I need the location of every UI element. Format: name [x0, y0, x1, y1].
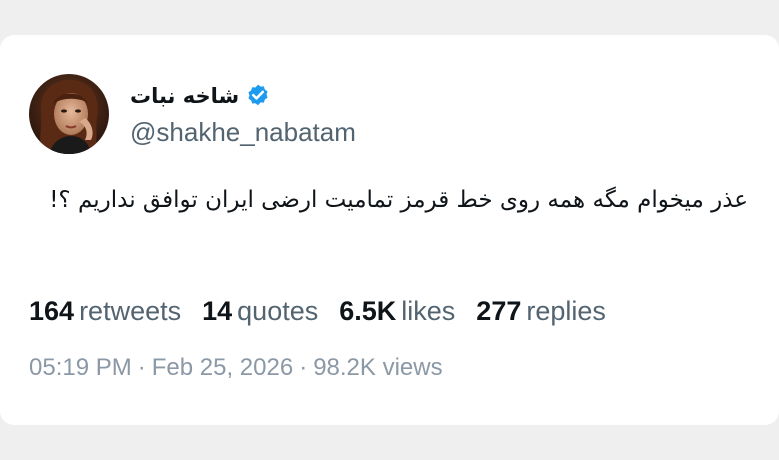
stat-value: 277 [476, 296, 522, 326]
engagement-stats: 164 retweets 14 quotes 6.5K likes 277 re… [29, 291, 627, 331]
meta-separator: · [299, 354, 308, 381]
stat-label: retweets [79, 296, 182, 326]
tweet-time[interactable]: 05:19 PM [29, 354, 132, 381]
avatar-photo-icon [29, 74, 109, 154]
tweet-date[interactable]: Feb 25, 2026 [152, 354, 293, 381]
stat-label: replies [526, 296, 606, 326]
stat-label: likes [401, 296, 456, 326]
author-name-row: شاخه نبات [130, 81, 271, 111]
tweet-text: عذر میخوام مگه همه روی خط قرمز تمامیت ار… [49, 187, 748, 213]
stat-value: 164 [29, 296, 75, 326]
tweet-card: شاخه نبات @shakhe_nabatam عذر میخوام مگه… [0, 35, 779, 425]
stat-value: 6.5K [339, 296, 397, 326]
stat-retweets[interactable]: 164 retweets [29, 291, 181, 331]
stat-replies[interactable]: 277 replies [476, 291, 606, 331]
stat-label: quotes [237, 296, 319, 326]
verified-badge-icon [245, 83, 271, 109]
stat-value: 14 [202, 296, 233, 326]
display-name[interactable]: شاخه نبات [130, 81, 239, 111]
author-handle[interactable]: @shakhe_nabatam [130, 115, 356, 149]
stat-likes[interactable]: 6.5K likes [339, 291, 455, 331]
stat-quotes[interactable]: 14 quotes [202, 291, 318, 331]
meta-separator: · [137, 354, 146, 381]
tweet-meta: 05:19 PM · Feb 25, 2026 · 98.2K views [29, 351, 443, 385]
avatar[interactable] [29, 74, 109, 154]
tweet-views: 98.2K views [313, 354, 443, 381]
